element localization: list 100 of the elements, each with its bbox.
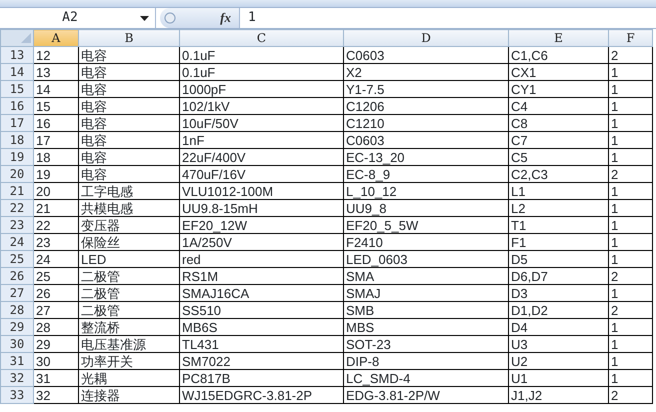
table-cell: 整流桥 [78, 318, 180, 336]
row-header[interactable]: 21 [0, 182, 34, 200]
table-cell: 15 [34, 98, 78, 114]
row-header[interactable]: 14 [0, 64, 34, 80]
table-cell: 22 [34, 216, 78, 234]
table-cell: 电容 [78, 98, 180, 114]
table-cell: SMAJ16CA [180, 284, 344, 302]
table-cell: EF20_5_5W [344, 216, 508, 234]
corner-triangle-icon [21, 33, 31, 43]
row-header[interactable]: 28 [0, 302, 34, 318]
table-cell: 1 [608, 64, 652, 80]
table-cell: LED [78, 250, 180, 268]
select-all-corner[interactable] [0, 30, 34, 46]
table-cell: 21 [34, 200, 78, 216]
table-cell: SOT-23 [344, 336, 508, 352]
row-header[interactable]: 31 [0, 352, 34, 370]
table-cell: LC_SMD-4 [344, 370, 508, 386]
row-header[interactable]: 16 [0, 98, 34, 114]
table-cell: 工字电感 [78, 182, 180, 200]
table-cell: 电容 [78, 114, 180, 132]
row-header[interactable]: 25 [0, 250, 34, 268]
table-cell: 19 [34, 166, 78, 182]
table-cell: 25 [34, 268, 78, 284]
table-cell: Y1-7.5 [344, 80, 508, 98]
table-cell: U1 [508, 370, 608, 386]
table-cell: MBS [344, 318, 508, 336]
table-cell: 共模电感 [78, 200, 180, 216]
table-cell: WJ15EDGRC-3.81-2P [180, 386, 344, 404]
table-cell: 电容 [78, 46, 180, 64]
column-header[interactable]: F [608, 30, 652, 46]
table-cell: CY1 [508, 80, 608, 98]
table-cell: C5 [508, 148, 608, 166]
row-header[interactable]: 30 [0, 336, 34, 352]
table-cell: SM7022 [180, 352, 344, 370]
table-cell: L1 [508, 182, 608, 200]
row-header[interactable]: 20 [0, 166, 34, 182]
table-cell: red [180, 250, 344, 268]
column-header[interactable]: B [78, 30, 180, 46]
table-cell: 1A/250V [180, 234, 344, 250]
table-cell: 1 [608, 98, 652, 114]
row-header[interactable]: 33 [0, 386, 34, 404]
table-cell: T1 [508, 216, 608, 234]
table-cell: 电容 [78, 64, 180, 80]
row-header[interactable]: 13 [0, 46, 34, 64]
table-cell: 电容 [78, 132, 180, 148]
row-header[interactable]: 18 [0, 132, 34, 148]
table-cell: 二极管 [78, 302, 180, 318]
table-cell: EC-13_20 [344, 148, 508, 166]
column-header[interactable]: A [34, 30, 78, 46]
table-cell: VLU1012-100M [180, 182, 344, 200]
table-cell: EF20_12W [180, 216, 344, 234]
table-cell: 14 [34, 80, 78, 98]
table-cell: 13 [34, 64, 78, 80]
row-header[interactable]: 23 [0, 216, 34, 234]
table-cell: 1000pF [180, 80, 344, 98]
table-cell: 1 [608, 284, 652, 302]
table-cell: D1,D2 [508, 302, 608, 318]
table-cell: 29 [34, 336, 78, 352]
row-header[interactable]: 32 [0, 370, 34, 386]
table-cell: 1 [608, 200, 652, 216]
table-cell: 1 [608, 318, 652, 336]
table-cell: 1 [608, 250, 652, 268]
table-cell: U3 [508, 336, 608, 352]
table-cell: 0.1uF [180, 64, 344, 80]
table-cell: 电容 [78, 148, 180, 166]
column-header[interactable]: E [508, 30, 608, 46]
row-header[interactable]: 29 [0, 318, 34, 336]
circle-handle-icon[interactable] [164, 12, 176, 24]
table-cell: U2 [508, 352, 608, 370]
table-cell: 2 [608, 302, 652, 318]
row-header[interactable]: 22 [0, 200, 34, 216]
insert-function-button[interactable]: fx [220, 8, 235, 28]
row-header[interactable]: 27 [0, 284, 34, 302]
table-cell: 1 [608, 148, 652, 166]
row-header[interactable]: 17 [0, 114, 34, 132]
table-cell: 2 [608, 268, 652, 284]
table-cell: C8 [508, 114, 608, 132]
column-header[interactable]: C [180, 30, 344, 46]
table-cell: 变压器 [78, 216, 180, 234]
table-cell: 二极管 [78, 284, 180, 302]
table-cell: UU9.8-15mH [180, 200, 344, 216]
table-cell: SS510 [180, 302, 344, 318]
table-cell: EC-8_9 [344, 166, 508, 182]
row-header[interactable]: 24 [0, 234, 34, 250]
row-header[interactable]: 26 [0, 268, 34, 284]
row-header[interactable]: 15 [0, 80, 34, 98]
table-cell: 102/1kV [180, 98, 344, 114]
table-cell: 1 [608, 182, 652, 200]
dropdown-icon[interactable] [140, 16, 149, 20]
table-cell: 12 [34, 46, 78, 64]
column-header[interactable]: D [344, 30, 508, 46]
table-cell: F1 [508, 234, 608, 250]
row-header[interactable]: 19 [0, 148, 34, 166]
table-cell: 连接器 [78, 386, 180, 404]
table-cell: 1 [608, 216, 652, 234]
name-box[interactable]: A2 [0, 8, 156, 28]
formula-field[interactable]: 1 [240, 8, 256, 28]
table-cell: 电容 [78, 80, 180, 98]
table-cell: 1 [608, 370, 652, 386]
table-cell: C1210 [344, 114, 508, 132]
